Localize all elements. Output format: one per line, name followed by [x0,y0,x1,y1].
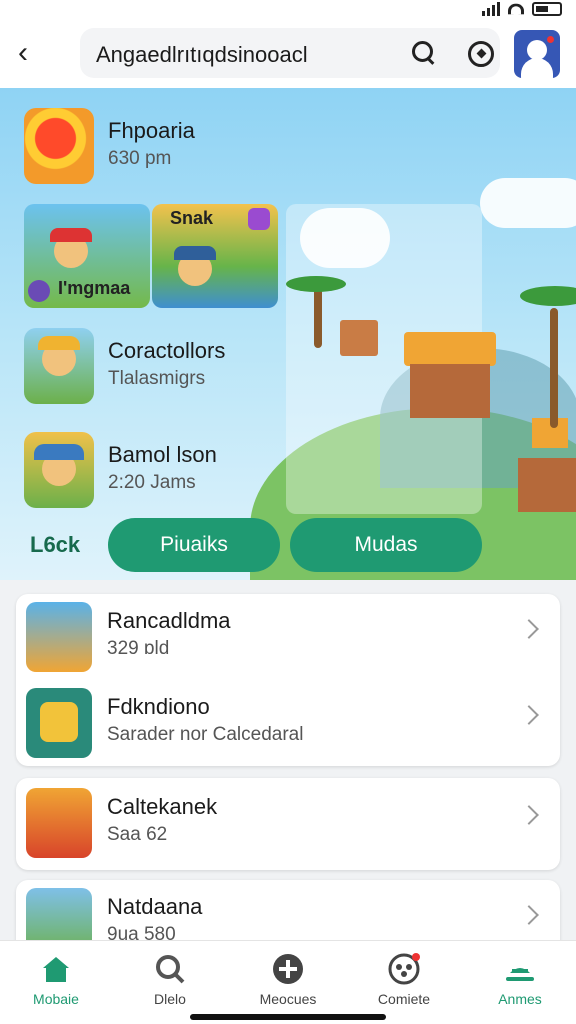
featured-label: I'mgmaa [58,278,131,298]
search-icon [156,955,185,984]
badge-icon [28,280,50,302]
signal-icon [482,2,500,16]
nav-label: Comiete [377,991,431,1007]
chevron-right-icon [519,619,539,639]
featured-card-1[interactable]: I'mgmaa [24,204,150,308]
nav-label: Dlelo [154,991,186,1007]
item-subtitle: Saa 62 [107,824,168,845]
wifi-icon [508,3,524,15]
bottom-navigation: Mobaie Dlelo Meocues Comiete Anmes [0,940,576,1024]
list-item[interactable]: Rancadldma 329 ɒld [16,594,560,680]
nav-item-home[interactable]: Mobaie [6,949,106,1009]
nav-item-search[interactable]: Dlelo [120,949,220,1009]
game-title: Fhpoaria [108,118,195,143]
hero-banner: Fhpoaria 630 pm I'mgmaa Snak Coractollor… [0,88,576,580]
tower-decoration [518,418,576,512]
game-app-icon [24,432,94,508]
home-icon [43,957,69,982]
game-thumbnail [26,788,92,858]
item-title: Caltekanek [107,794,218,819]
list-item[interactable]: Fdkndiono Sarader nor Calcedaral [16,680,560,766]
plus-icon [273,954,303,984]
house-decoration [404,332,496,418]
nav-label: Anmes [498,991,542,1007]
item-subtitle: 329 ɒld [107,638,170,659]
ship-icon [506,968,534,981]
list-card: Rancadldma 329 ɒld Fdkndiono Sarader nor… [16,594,560,766]
chevron-right-icon [519,905,539,925]
notification-dot [547,36,554,43]
item-title: Rancadldma [107,608,231,633]
cloud-decoration [480,178,576,228]
search-icon[interactable] [412,41,436,65]
look-label: L6ck [30,532,81,557]
featured-label: Snak [170,208,214,228]
game-title: Coractollors [108,338,226,363]
palm-leaf-decoration [286,276,346,292]
item-subtitle: Sarader nor Calcedaral [107,724,304,745]
palm-tree-decoration [550,308,558,428]
crate-decoration [340,320,378,356]
game-thumbnail [26,688,92,758]
nav-item-more[interactable]: Anmes [470,949,570,1009]
app-header: ‹ Angaedlrıtıqdsinooacl [0,22,576,88]
game-thumbnail [26,602,92,672]
back-icon[interactable]: ‹ [18,36,48,70]
game-subtitle: Tlalasmigrs [108,368,206,389]
chevron-right-icon [519,705,539,725]
palm-leaf-decoration [520,286,576,306]
status-bar [0,0,576,22]
battery-icon [532,2,562,16]
nav-label: Mobaie [33,991,79,1007]
item-title: Fdkndiono [107,694,210,719]
search-input[interactable]: Angaedlrıtıqdsinooacl [96,42,308,68]
featured-card-2[interactable]: Snak [152,204,278,308]
game-subtitle: 2:20 Jams [108,472,196,493]
primary-pill-button[interactable]: Piuaiks [108,518,280,572]
game-subtitle: 630 pm [108,148,172,169]
chevron-right-icon [519,805,539,825]
home-indicator [190,1014,386,1020]
avatar[interactable] [514,30,560,78]
search-bar[interactable]: Angaedlrıtıqdsinooacl [80,28,500,78]
game-title: Bamol lson [108,442,217,467]
nav-label: Meocues [259,991,317,1007]
palm-tree-decoration [314,288,322,348]
badge-icon [248,208,270,230]
game-app-icon [24,108,94,184]
secondary-pill-button[interactable]: Mudas [290,518,482,572]
item-title: Natdaana [107,894,203,919]
list-item[interactable]: Caltekanek Saa 62 [16,780,560,866]
nav-item-add[interactable]: Meocues [238,949,338,1009]
list-card: Caltekanek Saa 62 [16,778,560,870]
compass-icon[interactable] [468,41,494,67]
gamepad-icon [388,953,420,985]
nav-item-games[interactable]: Comiete [354,949,454,1009]
game-app-icon [24,328,94,404]
